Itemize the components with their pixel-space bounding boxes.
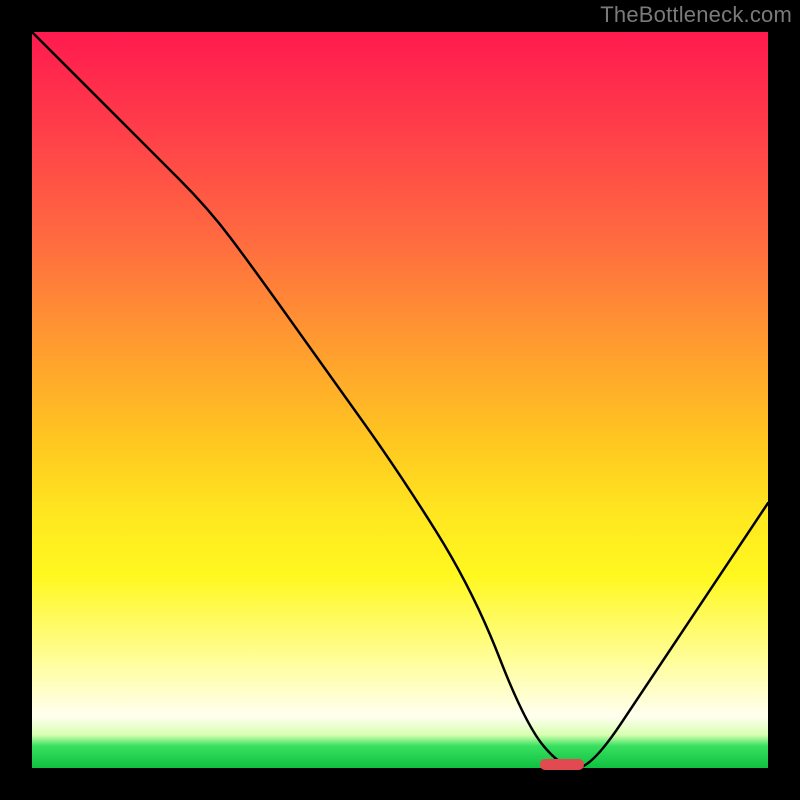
bottleneck-curve (32, 32, 768, 768)
watermark-text: TheBottleneck.com (600, 2, 792, 28)
chart-frame: TheBottleneck.com (0, 0, 800, 800)
curve-group (32, 32, 768, 770)
chart-svg (32, 32, 768, 768)
optimal-marker (540, 759, 584, 770)
